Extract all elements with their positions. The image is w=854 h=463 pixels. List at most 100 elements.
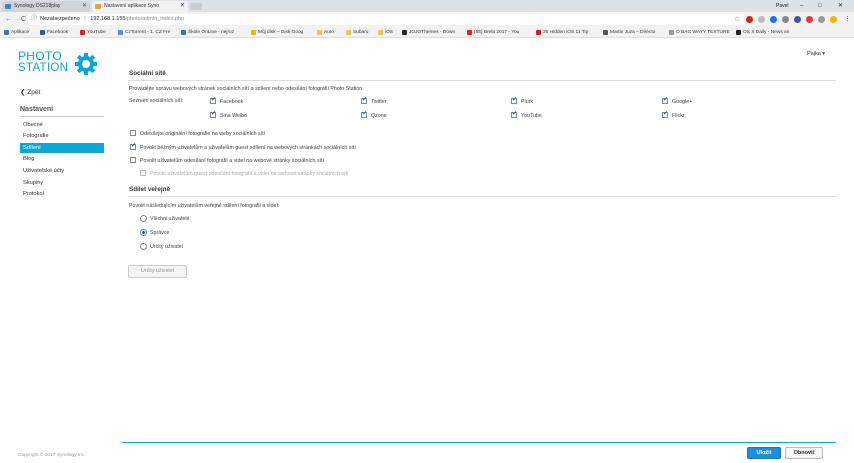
youtube-icon — [467, 30, 472, 35]
close-tab-icon[interactable]: ✕ — [82, 1, 87, 12]
user-menu[interactable]: Pajka ▾ — [807, 51, 825, 57]
address-bar[interactable]: ⓘ Nezabezpečeno | 192.168.1.155/photo/ad… — [28, 14, 744, 25]
address-divider: | — [84, 16, 86, 22]
tab-title: Nastavení aplikace Syno — [104, 3, 160, 9]
jojothemes-icon — [402, 30, 407, 35]
skola-online-icon — [181, 30, 186, 35]
bookmark-item[interactable]: (55) Brela 2017 - You — [467, 27, 519, 37]
extension-icon[interactable] — [830, 16, 837, 23]
bookmark-item[interactable]: YouTube — [80, 27, 106, 37]
bookmark-item[interactable]: OS X Daily - News an — [736, 27, 790, 37]
sidebar-item-user-accounts[interactable]: Uživatelské účty — [20, 166, 104, 176]
extension-icon[interactable] — [782, 16, 789, 23]
upload-originals-label: Odesílejte originální fotografie na weby… — [140, 131, 266, 137]
copyright-text: Copyright © 2017 Synology Inc. — [18, 453, 86, 458]
all-users-radio[interactable] — [140, 215, 147, 222]
back-link[interactable]: ❮ Zpět — [20, 88, 40, 96]
specific-user-button[interactable]: Určitý uživatel — [128, 265, 187, 278]
section-divider — [20, 116, 104, 117]
bookmark-label: Aplikace — [11, 30, 30, 35]
osx-daily-icon — [736, 30, 741, 35]
maximize-icon[interactable]: □ — [818, 0, 822, 12]
youtube-checkbox[interactable] — [511, 110, 517, 118]
plurk-checkbox[interactable] — [511, 96, 517, 104]
sidebar-item-groups[interactable]: Skupiny — [20, 178, 104, 188]
all-users-label: Všichni uživatelé — [150, 216, 190, 222]
extension-icon[interactable] — [758, 16, 765, 23]
bookmark-folder[interactable]: Subaru — [346, 27, 369, 37]
sidebar-item-sharing[interactable]: Sdílení — [20, 143, 104, 153]
logo-text-line2: STATION — [18, 62, 69, 74]
new-tab-button[interactable] — [190, 3, 202, 10]
specific-user-radio[interactable] — [140, 243, 147, 250]
tab-title: Synology DS218play — [14, 3, 61, 9]
bookmark-item[interactable]: Facebook — [40, 27, 68, 37]
bookmark-star-icon[interactable]: ☆ — [734, 14, 740, 25]
facebook-icon — [40, 30, 45, 35]
bookmark-item[interactable]: 28 Hidden iOS 11 Tip — [536, 27, 589, 37]
bookmark-item[interactable]: JOJOThemes - Down — [402, 27, 456, 37]
qzone-checkbox[interactable] — [361, 110, 367, 118]
extension-icon[interactable] — [818, 16, 825, 23]
close-tab-icon[interactable]: ✕ — [180, 1, 185, 12]
folder-icon — [317, 30, 322, 35]
photo-station-favicon-icon — [95, 4, 101, 9]
extension-icon[interactable] — [770, 16, 777, 23]
security-label: Nezabezpečeno — [40, 16, 80, 22]
allow-user-upload-checkbox[interactable] — [130, 157, 136, 163]
sina-weibo-checkbox[interactable] — [210, 110, 216, 118]
sina-weibo-label: Sina Weibo — [220, 113, 247, 119]
sidebar-item-general[interactable]: Obecné — [20, 120, 104, 130]
bookmark-item[interactable]: Škole OnLine - nejroz — [181, 27, 235, 37]
upload-originals-checkbox[interactable] — [130, 130, 136, 136]
logo-text-line1: PHOTO — [18, 49, 62, 63]
public-share-description: Povolit následujícím uživatelům veřejné … — [129, 203, 280, 209]
extension-icon[interactable] — [746, 16, 753, 23]
browser-menu-icon[interactable]: ⋮ — [844, 15, 851, 24]
plurk-label: Plurk — [521, 99, 534, 105]
bookmark-item[interactable]: CzTorrent - 1. CZ Fre — [118, 27, 170, 37]
google-plus-checkbox[interactable] — [662, 96, 668, 104]
bookmark-label: JOJOThemes - Down — [409, 30, 456, 35]
flickr-checkbox[interactable] — [662, 110, 668, 118]
sidebar-item-photos[interactable]: Fotografie — [20, 131, 104, 141]
facebook-checkbox[interactable] — [210, 96, 216, 104]
sidebar-item-log[interactable]: Protokol — [20, 189, 104, 199]
bookmark-label: OS X Daily - News an — [743, 30, 790, 35]
bookmark-item[interactable]: O BAG WAYY TEXTURE — [669, 27, 730, 37]
info-icon[interactable]: ⓘ — [31, 14, 37, 25]
bookmark-item[interactable]: Můj disk – Disk Goog — [251, 27, 303, 37]
bookmark-folder[interactable]: iOS — [378, 27, 393, 37]
extension-icon[interactable] — [806, 16, 813, 23]
bookmark-apps[interactable]: Aplikace — [4, 27, 30, 37]
section-divider — [128, 80, 836, 81]
forward-arrow-icon[interactable]: → — [13, 15, 20, 24]
synology-favicon-icon — [5, 4, 11, 9]
section-divider — [128, 196, 836, 197]
twitter-checkbox[interactable] — [361, 96, 367, 104]
browser-tab-synology[interactable]: Synology DS218play ✕ — [2, 1, 90, 12]
browser-user-name[interactable]: Pavel — [776, 0, 789, 12]
back-arrow-icon[interactable]: ← — [5, 15, 12, 24]
browser-tab-photo-settings[interactable]: Nastavení aplikace Syno ✕ — [92, 1, 188, 12]
close-window-icon[interactable]: ✕ — [838, 0, 843, 12]
extension-icon[interactable] — [794, 16, 801, 23]
allow-guest-upload-checkbox — [140, 170, 146, 176]
bookmark-item[interactable]: Martin Juza – Directo — [603, 27, 655, 37]
reload-icon[interactable]: C — [21, 15, 26, 24]
bookmark-label: Škole OnLine - nejroz — [188, 30, 235, 35]
admin-radio[interactable] — [140, 229, 147, 236]
folder-icon — [346, 30, 351, 35]
minimize-icon[interactable]: – — [800, 0, 803, 12]
allow-guest-upload-label: Povolit uživatelům guest odesílání fotog… — [150, 171, 349, 177]
bookmark-label: Subaru — [353, 30, 369, 35]
qzone-label: Qzone — [371, 113, 387, 119]
allow-guest-share-checkbox[interactable] — [130, 142, 136, 150]
bookmark-folder[interactable]: Auto — [317, 27, 334, 37]
specific-user-label: Určitý uživatel — [150, 244, 183, 250]
reset-button[interactable]: Obnovit — [785, 447, 823, 459]
bookmark-label: 28 Hidden iOS 11 Tip — [543, 30, 589, 35]
sidebar-item-blog[interactable]: Blog — [20, 154, 104, 164]
save-button[interactable]: Uložit — [747, 447, 781, 459]
public-share-heading: Sdílet veřejně — [129, 186, 170, 193]
